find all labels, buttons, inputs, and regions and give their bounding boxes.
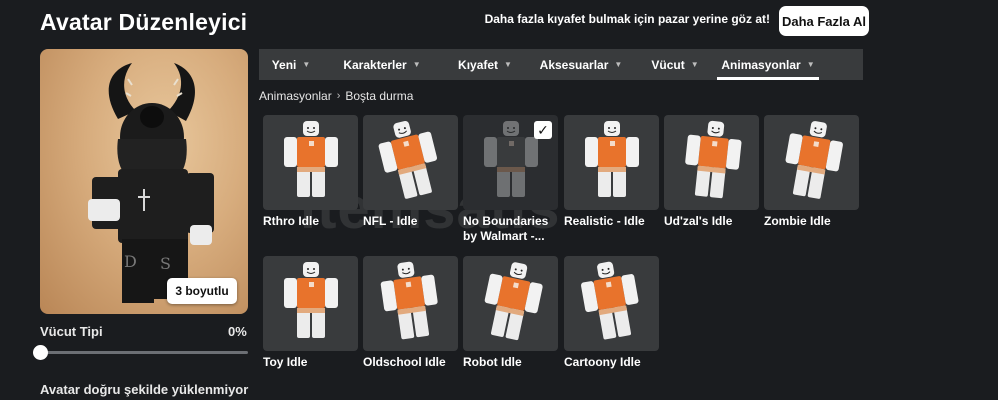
view-3d-button[interactable]: 3 boyutlu	[167, 278, 237, 304]
animation-thumbnail[interactable]	[363, 256, 458, 351]
body-type-slider-track[interactable]	[40, 351, 248, 354]
tab-aksesuarlar[interactable]: Aksesuarlar ▼	[529, 49, 633, 80]
avatar-load-warning: Avatar doğru şekilde yüklenmiyor	[40, 382, 249, 397]
animation-thumbnail[interactable]	[263, 256, 358, 351]
tab-label: Karakterler	[343, 57, 407, 72]
chevron-down-icon: ▼	[504, 60, 512, 69]
category-nav: Yeni ▼ Karakterler ▼ Kıyafet ▼ Aksesuarlar ▼ Vüc…	[259, 49, 863, 80]
animation-name: Rthro Idle	[263, 214, 319, 228]
animation-thumbnail[interactable]	[463, 256, 558, 351]
animation-figure	[484, 262, 543, 341]
marketplace-promo-text: Daha fazla kıyafet bulmak için pazar yer…	[484, 12, 770, 26]
body-type-value: 0%	[228, 324, 247, 339]
animation-thumbnail[interactable]	[263, 115, 358, 210]
animation-thumbnail[interactable]	[564, 256, 659, 351]
tab-label: Vücut	[651, 57, 685, 72]
animation-name: No Boundaries by Walmart -...	[463, 214, 549, 243]
chevron-down-icon: ▼	[412, 60, 421, 69]
svg-text:S: S	[160, 254, 171, 273]
animation-figure	[284, 121, 338, 197]
animation-name: Zombie Idle	[764, 214, 831, 228]
page-title: Avatar Düzenleyici	[40, 9, 248, 35]
animation-name: Cartoony Idle	[564, 355, 641, 369]
animation-figure	[685, 120, 742, 199]
chevron-down-icon: ▼	[806, 60, 815, 69]
animation-name: Ud'zal's Idle	[664, 214, 733, 228]
animation-name: Toy Idle	[263, 355, 308, 369]
animation-thumbnail[interactable]	[564, 115, 659, 210]
animation-figure	[284, 262, 338, 338]
animation-item[interactable]: Realistic - Idle	[564, 115, 659, 229]
svg-text:D: D	[124, 252, 137, 271]
chevron-down-icon: ▼	[302, 60, 311, 69]
animation-item[interactable]: Robot Idle	[463, 256, 558, 370]
animation-thumbnail[interactable]: ✓	[463, 115, 558, 210]
animation-name: Oldschool Idle	[363, 355, 446, 369]
animation-figure	[785, 121, 843, 199]
animation-thumbnail[interactable]	[764, 115, 859, 210]
animation-item[interactable]: Toy Idle	[263, 256, 358, 370]
body-type-slider-thumb[interactable]	[33, 345, 48, 360]
animation-thumbnail[interactable]	[363, 115, 458, 210]
animation-item[interactable]: Cartoony Idle	[564, 256, 659, 370]
breadcrumb: Animasyonlar › Boşta durma	[259, 89, 413, 103]
checkmark-icon[interactable]: ✓	[534, 121, 552, 139]
animation-item[interactable]: NFL - Idle	[363, 115, 458, 229]
animation-name: NFL - Idle	[363, 214, 418, 228]
animation-figure	[380, 261, 438, 340]
avatar-preview[interactable]: D S	[40, 49, 248, 314]
animation-figure	[378, 120, 438, 199]
chevron-down-icon: ▼	[614, 60, 623, 69]
tab-label: Aksesuarlar	[539, 57, 609, 72]
avatar-figure: D S	[88, 63, 214, 303]
body-type-label: Vücut Tipi	[40, 324, 103, 339]
animation-item[interactable]: Ud'zal's Idle	[664, 115, 759, 229]
breadcrumb-parent[interactable]: Animasyonlar	[259, 89, 332, 103]
tab-vücut[interactable]: Vücut ▼	[633, 49, 717, 80]
breadcrumb-separator-icon: ›	[336, 90, 341, 102]
tab-animasyonlar[interactable]: Animasyonlar ▼	[717, 49, 819, 80]
animation-item[interactable]: Oldschool Idle	[363, 256, 458, 370]
tab-yeni[interactable]: Yeni ▼	[259, 49, 323, 80]
animation-figure	[585, 121, 639, 197]
animation-item[interactable]: Zombie Idle	[764, 115, 859, 229]
tab-label: Animasyonlar	[721, 57, 801, 72]
get-more-button[interactable]: Daha Fazla Al	[779, 6, 869, 36]
chevron-down-icon: ▼	[690, 60, 699, 69]
animation-name: Realistic - Idle	[564, 214, 645, 228]
animation-name: Robot Idle	[463, 355, 522, 369]
breadcrumb-current: Boşta durma	[345, 89, 414, 103]
tab-kıyafet[interactable]: Kıyafet ▼	[441, 49, 529, 80]
tab-label: Yeni	[271, 57, 297, 72]
animation-thumbnail[interactable]	[664, 115, 759, 210]
animation-item[interactable]: Rthro Idle	[263, 115, 358, 229]
animation-figure	[581, 261, 639, 340]
animation-item[interactable]: ✓ No Boundaries by Walmart -...	[463, 115, 558, 244]
tab-label: Kıyafet	[458, 57, 499, 72]
tab-karakterler[interactable]: Karakterler ▼	[323, 49, 441, 80]
